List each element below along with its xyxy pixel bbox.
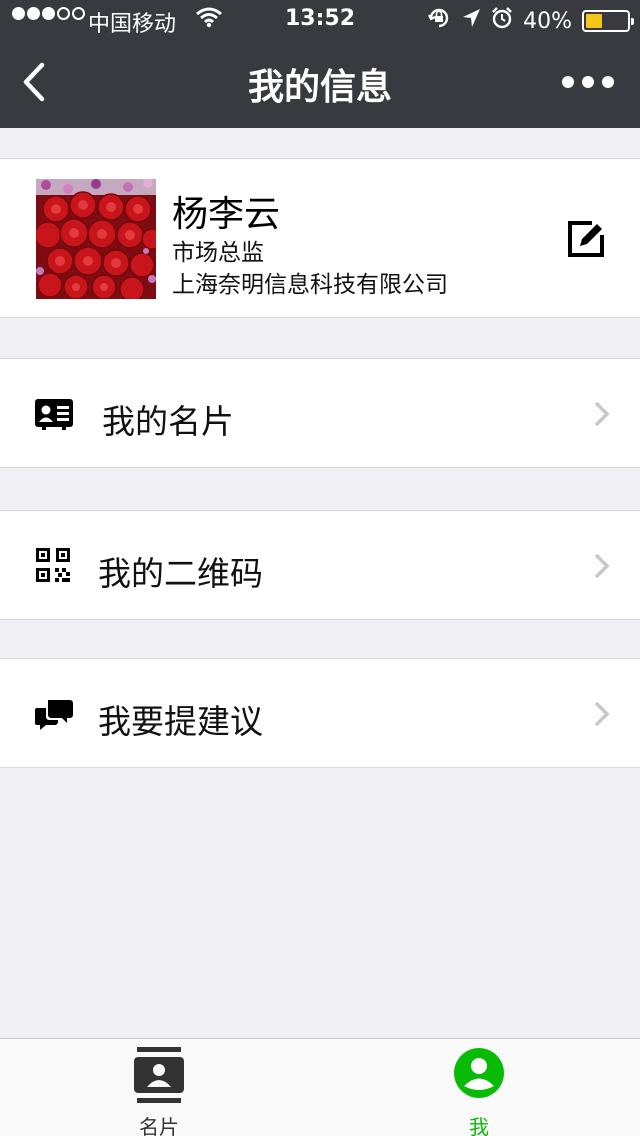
tab-label: 我 — [469, 1115, 489, 1136]
location-arrow-icon — [461, 7, 481, 35]
profile-icon — [454, 1048, 504, 1098]
menu-item-label: 我的二维码 — [98, 554, 263, 593]
alarm-clock-icon — [491, 7, 513, 35]
chevron-right-icon — [595, 554, 610, 578]
tab-bar: 名片 我 — [0, 1038, 640, 1136]
chevron-right-icon — [595, 402, 610, 426]
tab-business-card[interactable]: 名片 — [79, 1039, 239, 1136]
status-bar: 中国移动 13:52 40% — [0, 0, 640, 40]
avatar[interactable] — [36, 179, 156, 299]
menu-item-qr-code[interactable]: 我的二维码 — [0, 510, 640, 620]
menu-item-label: 我要提建议 — [98, 702, 263, 741]
contacts-card-icon — [134, 1047, 184, 1103]
tab-me[interactable]: 我 — [399, 1039, 559, 1136]
tab-label: 名片 — [139, 1115, 179, 1136]
more-dots-icon[interactable] — [562, 76, 614, 88]
chevron-right-icon — [595, 702, 610, 726]
profile-company: 上海奈明信息科技有限公司 — [172, 272, 448, 298]
menu-item-feedback[interactable]: 我要提建议 — [0, 658, 640, 768]
menu-item-business-card[interactable]: 我的名片 — [0, 358, 640, 468]
feedback-chat-icon — [35, 700, 73, 730]
profile-name: 杨李云 — [172, 194, 281, 235]
qr-code-icon — [36, 548, 70, 582]
business-card-icon — [35, 399, 73, 430]
rotation-lock-icon — [427, 6, 451, 36]
battery-icon — [582, 10, 634, 32]
battery-percent: 40% — [523, 8, 572, 34]
top-bar: 中国移动 13:52 40% 我的信息 — [0, 0, 640, 128]
edit-icon[interactable] — [566, 219, 606, 259]
profile-job-title: 市场总监 — [172, 240, 264, 266]
page-title: 我的信息 — [247, 67, 392, 108]
profile-card[interactable]: 杨李云 市场总监 上海奈明信息科技有限公司 — [0, 158, 640, 318]
menu-item-label: 我的名片 — [102, 402, 234, 441]
